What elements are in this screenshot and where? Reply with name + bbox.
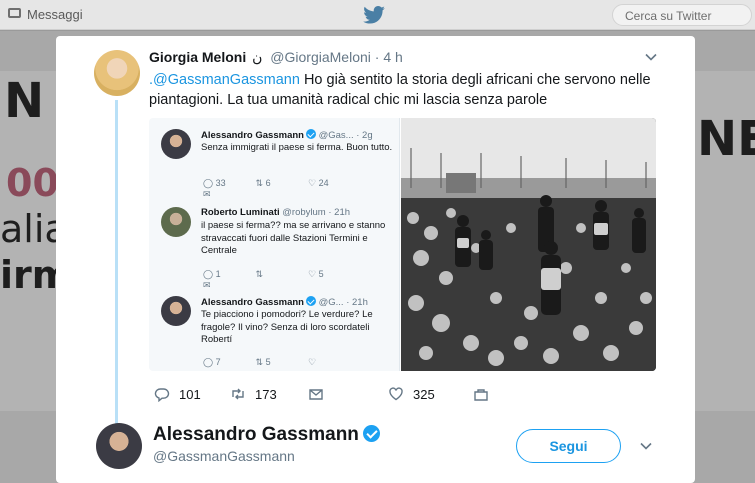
screenshot-tweet: Alessandro Gassmann @Gas... · 2g Senza i…	[161, 129, 396, 199]
screenshot-tweet: Roberto Luminati @robylum · 21h il paese…	[161, 207, 396, 290]
screenshot-stats: ◯ 1 ⇅ ♡ 5 ✉	[203, 269, 393, 291]
author-handle[interactable]: @GiorgiaMeloni	[270, 49, 371, 65]
retweet-button[interactable]: 173	[230, 384, 277, 404]
message-icon: ✉	[203, 280, 211, 290]
tweet-actions: 101 173 325	[154, 384, 514, 404]
thread-line	[115, 100, 118, 426]
author-symbol: ن	[252, 49, 263, 65]
screenshot-time: · 21h	[328, 207, 351, 218]
mention-link[interactable]: .@GassmanGassmann	[149, 72, 300, 88]
twitter-bird-icon[interactable]	[363, 6, 385, 24]
background-letter-n: N	[4, 73, 45, 129]
recommended-user-name[interactable]: Alessandro Gassmann	[153, 424, 380, 446]
time-separator: ·	[370, 49, 384, 65]
screenshot-reply-count: 33	[215, 178, 226, 188]
screenshot-author-name: Roberto Luminati	[201, 207, 280, 218]
avatar[interactable]	[96, 423, 142, 469]
screenshot-tweet-text: il paese si ferma?? ma se arrivano e sta…	[201, 220, 386, 256]
screenshot-stats: ◯ 7 ⇅ 5 ♡	[203, 357, 393, 368]
reply-icon: ◯ 33	[203, 178, 226, 188]
follow-button[interactable]: Segui	[516, 429, 621, 463]
message-icon: ✉	[203, 189, 211, 199]
reply-count: 101	[179, 386, 201, 402]
avatar	[161, 129, 191, 159]
top-navigation-bar: Messaggi Cerca su Twitter	[0, 0, 755, 30]
search-input[interactable]: Cerca su Twitter	[612, 4, 752, 26]
screenshot-tweet-header: Alessandro Gassmann @Gas... · 2g	[201, 129, 373, 141]
messages-icon[interactable]	[8, 8, 21, 18]
tweet-modal: Giorgia Meloni ن @GiorgiaMeloni · 4 h .@…	[56, 36, 695, 483]
background-letter-ne: NE	[697, 111, 755, 167]
like-icon: ♡	[308, 357, 317, 367]
screenshot-tweet-text: Senza immigrati il paese si ferma. Buon …	[201, 142, 393, 153]
like-count: 325	[413, 386, 435, 402]
tweet-media[interactable]: Alessandro Gassmann @Gas... · 2g Senza i…	[149, 118, 656, 371]
like-icon: ♡ 5	[308, 269, 324, 279]
screenshot-retweet-count: 6	[265, 178, 271, 188]
reply-icon	[154, 388, 170, 402]
screenshot-time: · 2g	[356, 130, 373, 141]
screenshot-like-count: 5	[318, 269, 324, 279]
screenshot-author-handle: @Gas...	[318, 130, 354, 141]
reply-button[interactable]: 101	[154, 384, 201, 404]
screenshot-author-handle: @G...	[318, 297, 344, 308]
envelope-icon	[309, 389, 323, 400]
screenshot-reply-count: 1	[215, 269, 221, 279]
retweet-icon: ⇅ 5	[255, 357, 271, 367]
tweet-header: Giorgia Meloni ن @GiorgiaMeloni · 4 h	[149, 49, 403, 66]
recommended-user-handle[interactable]: @GassmanGassmann	[153, 448, 295, 464]
like-icon: ♡ 24	[308, 178, 329, 188]
retweet-icon	[232, 388, 244, 400]
share-icon	[474, 389, 488, 401]
recommended-user-name-text: Alessandro Gassmann	[153, 424, 359, 445]
retweet-icon: ⇅ 6	[255, 178, 271, 188]
author-name[interactable]: Giorgia Meloni	[149, 49, 246, 65]
verified-icon	[305, 296, 316, 306]
screenshot-author-name: Alessandro Gassmann	[201, 297, 304, 308]
avatar[interactable]	[94, 50, 140, 96]
screenshot-stats: ◯ 33 ⇅ 6 ♡ 24 ✉	[203, 178, 393, 200]
attached-screenshot[interactable]: Alessandro Gassmann @Gas... · 2g Senza i…	[149, 118, 400, 371]
screenshot-retweet-count: 5	[265, 357, 271, 367]
screenshot-author-handle: @robylum	[282, 207, 326, 218]
screenshot-reply-count: 7	[215, 357, 221, 367]
screenshot-like-count: 24	[318, 178, 329, 188]
avatar	[161, 296, 191, 326]
screenshot-time: · 21h	[346, 297, 368, 308]
screenshot-author-name: Alessandro Gassmann	[201, 130, 304, 141]
direct-message-button[interactable]	[308, 384, 333, 404]
verified-icon	[305, 129, 316, 139]
chevron-down-icon[interactable]	[644, 50, 658, 64]
background-letter-oo: 00	[6, 161, 59, 205]
attached-photo[interactable]	[401, 118, 656, 371]
avatar	[161, 207, 191, 237]
verified-icon	[362, 425, 380, 442]
like-button[interactable]: 325	[388, 384, 435, 404]
screenshot-tweet-header: Alessandro Gassmann @G... · 21h	[201, 296, 368, 308]
screenshot-tweet: Alessandro Gassmann @G... · 21h Te piacc…	[161, 296, 396, 368]
tweet-text: .@GassmanGassmann Ho già sentito la stor…	[149, 70, 669, 110]
chevron-down-icon[interactable]	[639, 439, 653, 453]
retweet-icon: ⇅	[255, 269, 264, 279]
reply-icon: ◯ 7	[203, 357, 221, 367]
share-button[interactable]	[473, 384, 498, 404]
tweet-timestamp[interactable]: 4 h	[383, 49, 402, 65]
screenshot-tweet-text: Te piacciono i pomodori? Le verdure? Le …	[201, 309, 373, 345]
heart-icon	[389, 387, 403, 401]
messages-link[interactable]: Messaggi	[27, 7, 83, 22]
retweet-count: 173	[255, 386, 277, 402]
search-placeholder: Cerca su Twitter	[625, 9, 712, 23]
reply-icon: ◯ 1	[203, 269, 221, 279]
screenshot-tweet-header: Roberto Luminati @robylum · 21h	[201, 207, 350, 218]
